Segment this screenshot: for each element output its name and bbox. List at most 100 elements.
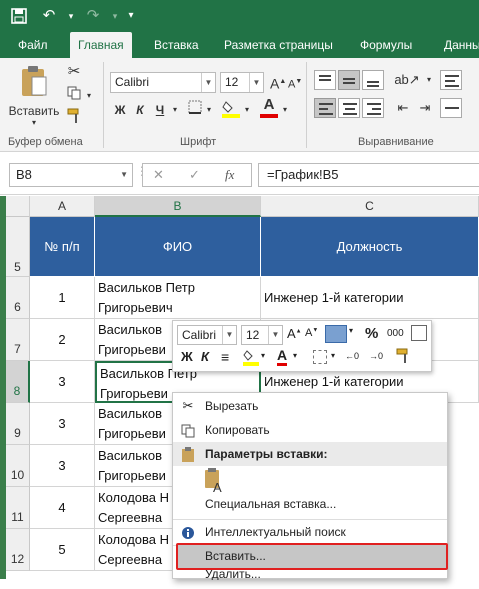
currency-format-icon[interactable] [325, 325, 347, 343]
menu-item-copy[interactable]: Копировать [173, 418, 447, 442]
table-cell[interactable]: 3 [30, 445, 95, 487]
paste-option-button[interactable]: A [203, 467, 227, 495]
copy-dropdown-icon[interactable]: ▾ [84, 86, 94, 106]
align-middle-icon[interactable] [338, 70, 360, 90]
row-header[interactable]: 10 [6, 445, 30, 487]
format-painter-icon[interactable] [64, 108, 84, 130]
chevron-down-icon[interactable]: ▾ [242, 100, 252, 120]
cancel-icon[interactable]: ✕ [153, 167, 164, 183]
chevron-down-icon[interactable]: ▼ [222, 326, 236, 344]
undo-icon[interactable]: ↶ [36, 1, 62, 31]
paste-button[interactable]: Вставить ▾ [8, 64, 60, 130]
mini-font-combo[interactable]: Calibri ▼ [177, 325, 237, 345]
chevron-down-icon[interactable]: ▾ [170, 100, 180, 120]
redo-dropdown-icon[interactable]: ▾ [110, 1, 120, 31]
table-cell[interactable]: 5 [30, 529, 95, 571]
table-cell[interactable]: 1 [30, 277, 95, 319]
bold-button[interactable]: Ж [181, 349, 193, 364]
borders-icon[interactable] [186, 100, 204, 120]
tab-page-layout[interactable]: Разметка страницы [216, 32, 341, 58]
chevron-down-icon[interactable]: ▼ [249, 73, 263, 92]
copy-icon[interactable] [64, 86, 84, 106]
increase-decimal-icon[interactable]: ←0 [345, 351, 359, 361]
decrease-font-icon[interactable]: A▼ [305, 327, 318, 339]
tab-data[interactable]: Данны [436, 32, 479, 58]
merge-center-icon[interactable] [440, 98, 462, 118]
menu-item-smart-lookup[interactable]: Интеллектуальный поиск [173, 520, 447, 544]
undo-dropdown-icon[interactable]: ▾ [66, 1, 76, 31]
column-header-a[interactable]: A [30, 196, 95, 217]
align-center-icon[interactable] [338, 98, 360, 118]
decrease-indent-icon[interactable]: ⇤ [392, 98, 414, 118]
name-box[interactable]: B8 ▼ [9, 163, 133, 187]
formula-input[interactable]: =График!B5 [258, 163, 479, 187]
cut-icon[interactable]: ✂ [64, 62, 84, 82]
table-cell[interactable]: 3 [30, 361, 95, 403]
chevron-down-icon[interactable]: ▼ [120, 164, 128, 186]
row-header[interactable]: 9 [6, 403, 30, 445]
table-header-cell[interactable]: Должность [261, 217, 479, 277]
align-center-icon[interactable]: ≡ [221, 349, 229, 365]
menu-item-insert[interactable]: Вставить... [176, 543, 448, 570]
row-header[interactable]: 5 [6, 217, 30, 277]
decrease-decimal-icon[interactable]: →0 [369, 351, 383, 361]
underline-button[interactable]: Ч [152, 100, 168, 120]
bold-button[interactable]: Ж [112, 100, 128, 120]
tab-formulas[interactable]: Формулы [352, 32, 420, 58]
font-size-combo[interactable]: 12 ▼ [220, 72, 264, 93]
customize-qat-icon[interactable]: ▾ [124, 1, 138, 31]
chevron-down-icon[interactable]: ▼ [268, 326, 282, 344]
table-cell[interactable]: 2 [30, 319, 95, 361]
chevron-down-icon[interactable]: ▾ [424, 70, 434, 90]
chevron-down-icon[interactable]: ▾ [261, 351, 265, 360]
fill-color-icon[interactable] [243, 348, 259, 369]
column-header-c[interactable]: C [261, 196, 479, 217]
row-header[interactable]: 8 [6, 361, 30, 403]
insert-function-icon[interactable]: fx [225, 167, 234, 183]
mini-size-combo[interactable]: 12 ▼ [241, 325, 283, 345]
tab-insert[interactable]: Вставка [146, 32, 207, 58]
font-color-icon[interactable]: A [258, 96, 280, 118]
align-bottom-icon[interactable] [362, 70, 384, 90]
borders-icon[interactable] [313, 350, 327, 364]
row-header[interactable]: 12 [6, 529, 30, 571]
row-header[interactable]: 7 [6, 319, 30, 361]
tab-file[interactable]: Файл [10, 32, 56, 58]
chevron-down-icon[interactable]: ▾ [280, 100, 290, 120]
increase-font-icon[interactable]: A▲ [270, 72, 286, 94]
font-name-combo[interactable]: Calibri ▼ [110, 72, 216, 93]
chevron-down-icon[interactable]: ▾ [293, 351, 297, 360]
row-header[interactable]: 6 [6, 277, 30, 319]
row-header[interactable]: 11 [6, 487, 30, 529]
save-icon[interactable] [6, 1, 32, 31]
table-header-cell[interactable]: ФИО [95, 217, 261, 277]
text-orientation-icon[interactable]: ab↗ [392, 70, 422, 90]
fill-color-icon[interactable] [220, 98, 242, 124]
select-all-corner[interactable] [6, 196, 30, 217]
table-cell[interactable]: Васильков Петр Григорьевич [95, 277, 261, 319]
table-cell[interactable]: 3 [30, 403, 95, 445]
italic-button[interactable]: К [201, 349, 209, 364]
wrap-text-icon[interactable] [440, 70, 462, 90]
decrease-font-icon[interactable]: A▼ [288, 72, 302, 95]
enter-icon[interactable]: ✓ [189, 167, 200, 183]
table-cell[interactable]: Инженер 1-й категории [261, 277, 479, 319]
chevron-down-icon[interactable]: ▾ [331, 351, 335, 360]
menu-item-paste-special[interactable]: Специальная вставка... [173, 492, 447, 516]
chevron-down-icon[interactable]: ▾ [349, 326, 353, 335]
italic-button[interactable]: К [132, 100, 148, 120]
tab-home[interactable]: Главная [70, 32, 132, 58]
font-color-icon[interactable]: A [277, 347, 288, 366]
chevron-down-icon[interactable]: ▾ [204, 100, 214, 120]
table-header-cell[interactable]: № п/п [30, 217, 95, 277]
thousands-separator-icon[interactable]: 000 [387, 328, 404, 339]
chevron-down-icon[interactable]: ▼ [201, 73, 215, 92]
table-cell[interactable]: 4 [30, 487, 95, 529]
align-left-icon[interactable] [314, 98, 336, 118]
increase-indent-icon[interactable]: ⇥ [414, 98, 436, 118]
percent-icon[interactable]: % [365, 325, 378, 342]
format-painter-icon[interactable] [395, 348, 411, 367]
menu-item-cut[interactable]: ✂ Вырезать [173, 394, 447, 418]
column-header-b[interactable]: B [95, 196, 261, 217]
align-right-icon[interactable] [362, 98, 384, 118]
